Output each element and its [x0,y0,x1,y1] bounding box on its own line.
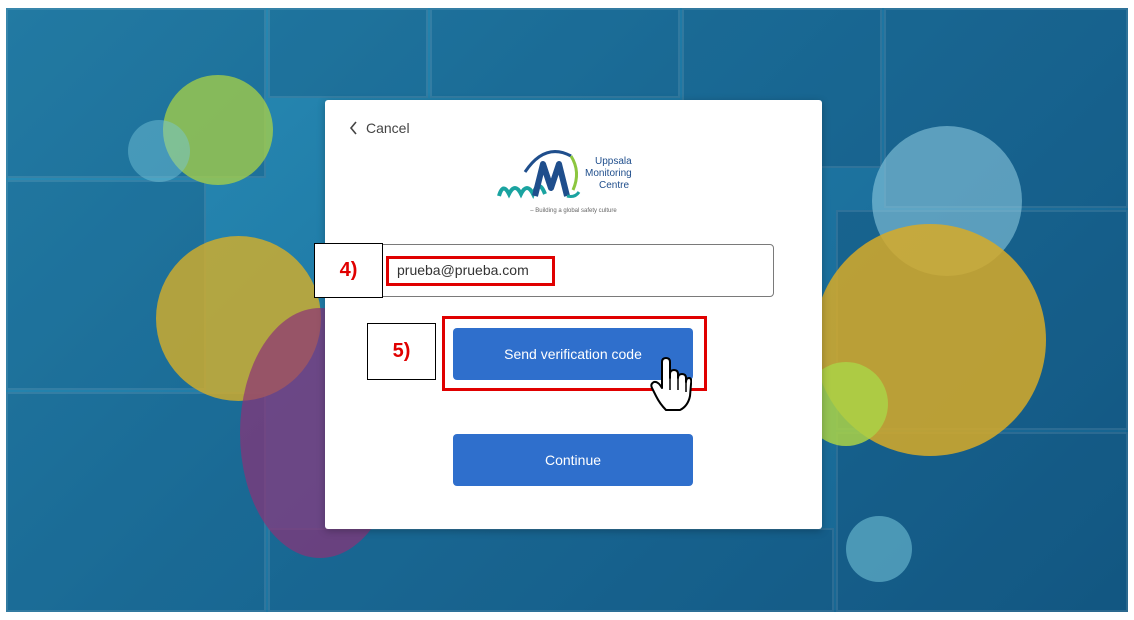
step-4-marker: 4) [314,243,383,298]
verification-card: Cancel Uppsala Monitoring Centre – Build… [325,100,822,529]
logo-line-2: Monitoring [585,168,632,179]
step-5-marker: 5) [367,323,436,380]
decor-circle [846,516,912,582]
decor-circle [128,120,190,182]
photo-tile [430,8,680,98]
cancel-label: Cancel [366,120,410,136]
logo-line-3: Centre [599,180,629,191]
logo-line-1: Uppsala [595,156,632,167]
chevron-left-icon [349,121,357,135]
logo-tagline: – Building a global safety culture [530,208,617,214]
continue-button[interactable]: Continue [453,434,693,486]
photo-tile [268,8,428,98]
photo-tile [6,392,266,612]
hand-cursor-icon [650,357,692,411]
cancel-link[interactable]: Cancel [349,120,410,136]
email-highlight-box [386,256,555,286]
